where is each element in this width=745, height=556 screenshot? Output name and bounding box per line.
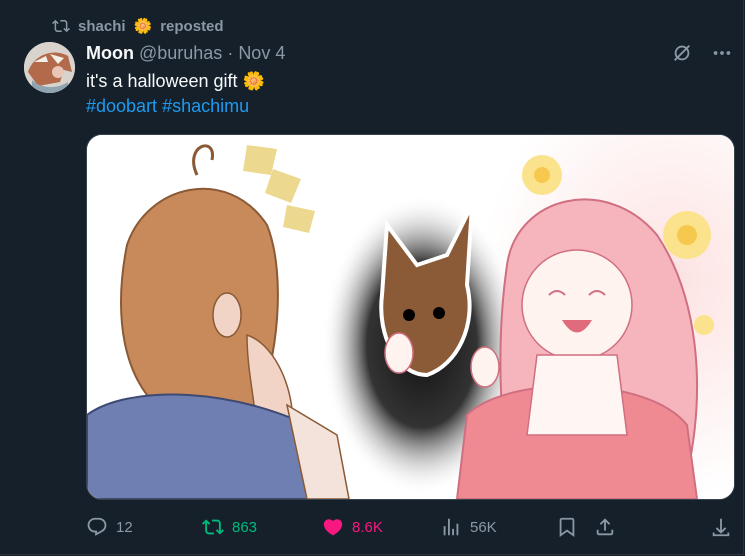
repost-context[interactable]: shachi 🌼 reposted <box>52 16 224 36</box>
avatar[interactable] <box>24 42 75 93</box>
download-icon <box>712 518 730 537</box>
grok-icon[interactable] <box>671 42 693 64</box>
post-header: Moon @buruhas · Nov 4 <box>86 41 285 65</box>
repost-icon <box>202 519 224 535</box>
post-text: it's a halloween gift 🌼 <box>86 69 265 93</box>
repost-user[interactable]: shachi <box>78 18 126 35</box>
heart-icon <box>323 519 343 536</box>
separator-dot: · <box>227 42 234 63</box>
post-text-emoji: 🌼 <box>242 71 265 91</box>
reply-button[interactable]: 12 <box>86 516 133 538</box>
reply-icon <box>87 517 107 536</box>
hashtags: #doobart #shachimu <box>86 94 249 118</box>
reply-count: 12 <box>116 518 133 536</box>
post-text-body: it's a halloween gift <box>86 71 238 91</box>
repost-button[interactable]: 863 <box>202 516 257 538</box>
display-name[interactable]: Moon <box>86 43 134 64</box>
share-button[interactable] <box>594 516 616 538</box>
bookmark-icon <box>559 517 575 538</box>
like-button[interactable]: 8.6K <box>322 516 383 538</box>
repost-count: 863 <box>232 518 258 536</box>
top-actions <box>671 42 733 64</box>
share-icon <box>596 518 614 536</box>
post-card[interactable]: shachi 🌼 reposted Moon @buruhas · Nov 4 … <box>0 0 744 555</box>
like-count: 8.6K <box>352 518 383 536</box>
hashtag-link[interactable]: #shachimu <box>162 96 249 116</box>
post-time[interactable]: Nov 4 <box>238 43 285 64</box>
views-chart-icon <box>443 518 459 536</box>
download-button[interactable] <box>710 516 732 538</box>
action-bar: 12 863 8.6K 56K <box>86 510 736 544</box>
repost-icon <box>52 19 70 33</box>
hashtag-link[interactable]: #doobart <box>86 96 157 116</box>
views-button[interactable]: 56K <box>440 516 497 538</box>
repost-label: reposted <box>160 17 224 35</box>
more-options-icon[interactable] <box>711 42 733 64</box>
repost-emoji: 🌼 <box>133 18 153 35</box>
user-handle[interactable]: @buruhas <box>139 43 222 64</box>
post-image[interactable] <box>86 134 735 500</box>
views-count: 56K <box>470 518 497 536</box>
bookmark-button[interactable] <box>556 516 578 538</box>
